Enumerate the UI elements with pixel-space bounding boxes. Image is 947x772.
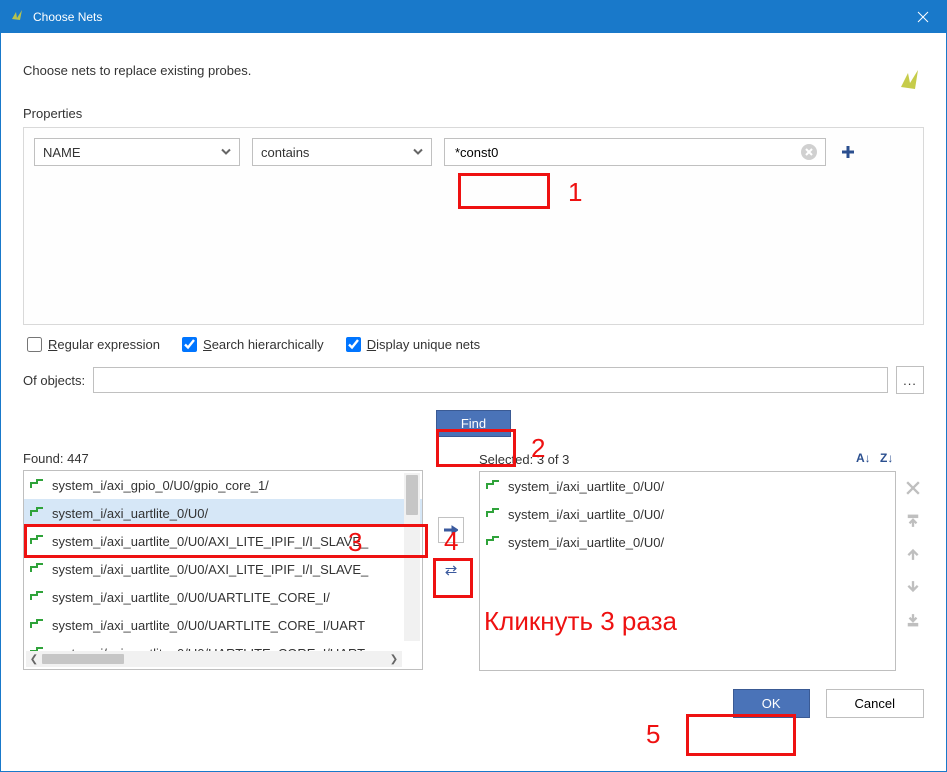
of-objects-label: Of objects:: [23, 373, 85, 388]
net-name: system_i/axi_uartlite_0/U0/: [52, 506, 208, 521]
instruction-text: Choose nets to replace existing probes.: [23, 63, 896, 78]
selected-list-item[interactable]: system_i/axi_uartlite_0/U0/: [480, 528, 895, 556]
property-operator-value: contains: [261, 145, 309, 160]
net-icon: [30, 618, 44, 633]
net-icon: [30, 506, 44, 521]
net-name: system_i/axi_uartlite_0/U0/: [508, 535, 664, 550]
net-name: system_i/axi_uartlite_0/U0/UARTLITE_CORE…: [52, 590, 330, 605]
find-button[interactable]: Find: [436, 410, 511, 437]
of-objects-browse-button[interactable]: ...: [896, 366, 924, 394]
move-down-icon[interactable]: [906, 580, 920, 597]
properties-label: Properties: [23, 106, 924, 121]
sort-desc-icon[interactable]: Z↓: [880, 451, 896, 467]
add-property-button[interactable]: [838, 142, 858, 162]
found-list-item[interactable]: system_i/axi_uartlite_0/U0/AXI_LITE_IPIF…: [24, 555, 422, 583]
net-icon: [30, 534, 44, 549]
unique-nets-checkbox-input[interactable]: [346, 337, 361, 352]
found-list-item[interactable]: system_i/axi_uartlite_0/U0/AXI_LITE_IPIF…: [24, 527, 422, 555]
property-field-select[interactable]: NAME: [34, 138, 240, 166]
unique-nets-checkbox-label: Display unique nets: [367, 337, 480, 352]
net-icon: [30, 562, 44, 577]
titlebar[interactable]: Choose Nets: [1, 1, 946, 33]
net-name: system_i/axi_uartlite_0/U0/AXI_LITE_IPIF…: [52, 562, 368, 577]
scrollbar-thumb[interactable]: [406, 475, 418, 515]
properties-panel: NAME contains: [23, 127, 924, 325]
net-name: system_i/axi_uartlite_0/U0/: [508, 507, 664, 522]
net-icon: [30, 590, 44, 605]
selected-list-item[interactable]: system_i/axi_uartlite_0/U0/: [480, 500, 895, 528]
close-button[interactable]: [900, 1, 946, 33]
net-name: system_i/axi_uartlite_0/U0/UARTLITE_CORE…: [52, 618, 365, 633]
cancel-button[interactable]: Cancel: [826, 689, 924, 718]
net-icon: [486, 479, 500, 494]
found-list-item[interactable]: system_i/axi_uartlite_0/U0/: [24, 499, 422, 527]
ok-button[interactable]: OK: [733, 689, 810, 718]
selected-header: Selected: 3 of 3: [479, 452, 569, 467]
remove-icon[interactable]: [906, 481, 920, 498]
hierarchical-checkbox-input[interactable]: [182, 337, 197, 352]
net-name: system_i/axi_uartlite_0/U0/AXI_LITE_IPIF…: [52, 534, 368, 549]
found-header: Found: 447: [23, 451, 89, 466]
selected-list-item[interactable]: system_i/axi_uartlite_0/U0/: [480, 472, 895, 500]
net-icon: [486, 507, 500, 522]
property-operator-select[interactable]: contains: [252, 138, 432, 166]
property-value-input[interactable]: [453, 144, 801, 161]
scrollbar-thumb[interactable]: [42, 654, 124, 664]
property-field-value: NAME: [43, 145, 81, 160]
move-up-icon[interactable]: [906, 547, 920, 564]
regex-checkbox-label: Regular expression: [48, 337, 160, 352]
app-icon: [9, 8, 25, 27]
hierarchical-checkbox-label: Search hierarchically: [203, 337, 324, 352]
regex-checkbox-input[interactable]: [27, 337, 42, 352]
scroll-left-icon[interactable]: ❮: [26, 651, 42, 667]
clear-icon[interactable]: [801, 144, 817, 160]
move-right-button[interactable]: [438, 517, 464, 543]
net-icon: [30, 478, 44, 493]
net-name: system_i/axi_gpio_0/U0/gpio_core_1/: [52, 478, 269, 493]
unique-nets-checkbox[interactable]: Display unique nets: [346, 337, 480, 352]
sort-asc-icon[interactable]: A↓: [856, 451, 872, 467]
found-list-item[interactable]: system_i/axi_uartlite_0/U0/UARTLITE_CORE…: [24, 583, 422, 611]
choose-nets-dialog: Choose Nets Choose nets to replace exist…: [0, 0, 947, 772]
found-horizontal-scrollbar[interactable]: ❮ ❯: [26, 651, 402, 667]
regex-checkbox[interactable]: Regular expression: [27, 337, 160, 352]
window-title: Choose Nets: [33, 10, 900, 24]
brand-icon: [896, 67, 924, 98]
found-vertical-scrollbar[interactable]: [404, 473, 420, 641]
hierarchical-checkbox[interactable]: Search hierarchically: [182, 337, 324, 352]
swap-button[interactable]: ⇄: [438, 557, 464, 583]
move-bottom-icon[interactable]: [906, 613, 920, 630]
chevron-down-icon: [413, 145, 423, 160]
of-objects-input[interactable]: [93, 367, 888, 393]
scroll-right-icon[interactable]: ❯: [386, 651, 402, 667]
found-list-item[interactable]: system_i/axi_uartlite_0/U0/UARTLITE_CORE…: [24, 611, 422, 639]
chevron-down-icon: [221, 145, 231, 160]
found-list-item[interactable]: system_i/axi_gpio_0/U0/gpio_core_1/: [24, 471, 422, 499]
net-icon: [486, 535, 500, 550]
property-value-container: [444, 138, 826, 166]
net-name: system_i/axi_uartlite_0/U0/: [508, 479, 664, 494]
selected-listbox[interactable]: system_i/axi_uartlite_0/U0/system_i/axi_…: [479, 471, 896, 671]
found-listbox[interactable]: system_i/axi_gpio_0/U0/gpio_core_1/syste…: [23, 470, 423, 670]
move-top-icon[interactable]: [906, 514, 920, 531]
